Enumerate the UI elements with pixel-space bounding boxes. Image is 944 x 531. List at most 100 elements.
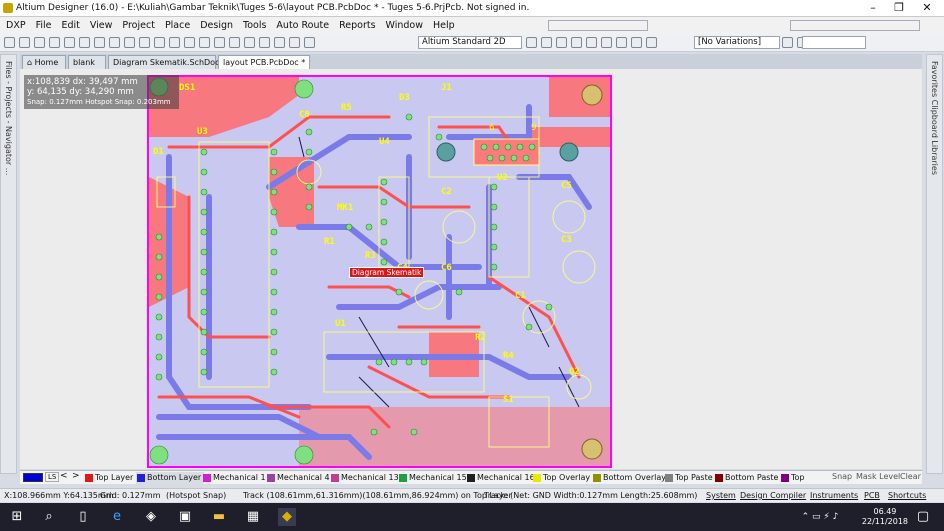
copy-icon[interactable] — [154, 37, 165, 48]
status-link-system[interactable]: System — [706, 491, 736, 500]
menu-place[interactable]: Place — [165, 17, 190, 34]
nav-buttons[interactable] — [548, 20, 648, 31]
menu-project[interactable]: Project — [122, 17, 155, 34]
file-explorer-icon[interactable]: ▬ — [210, 508, 228, 526]
designator-c6[interactable]: C6 — [441, 263, 452, 273]
snap-button[interactable]: Snap — [832, 472, 852, 481]
app-icon-1[interactable]: ◈ — [142, 508, 160, 526]
layer-combo[interactable] — [802, 36, 866, 49]
quick-toolbar[interactable] — [790, 20, 920, 31]
designator-u2[interactable]: U2 — [497, 173, 508, 183]
arc-icon[interactable] — [541, 37, 552, 48]
layer-tab-bottom[interactable]: Bottom Layer — [136, 472, 205, 484]
designator-c3[interactable]: C3 — [561, 235, 572, 245]
designator-q2[interactable]: Q2 — [569, 367, 580, 377]
calculator-icon[interactable]: ▦ — [244, 508, 262, 526]
array-icon[interactable] — [646, 37, 657, 48]
designator-r4[interactable]: R4 — [503, 351, 514, 361]
component-icon[interactable] — [94, 37, 105, 48]
pad-icon[interactable] — [556, 37, 567, 48]
layer-tab-mechanical-4[interactable]: Mechanical 4 — [266, 472, 330, 484]
fill-icon[interactable] — [586, 37, 597, 48]
undo-icon[interactable] — [259, 37, 270, 48]
menu-reports[interactable]: Reports — [339, 17, 375, 34]
designator-u4[interactable]: U4 — [379, 137, 390, 147]
layer-tab-top-paste[interactable]: Top Paste — [664, 472, 713, 484]
status-link-instruments[interactable]: Instruments — [810, 491, 858, 500]
layer-tab-mechanical-16[interactable]: Mechanical 16 — [466, 472, 535, 484]
search-icon[interactable]: ⌕ — [40, 508, 58, 526]
designator-ds1[interactable]: DS1 — [179, 83, 195, 93]
designator-u3[interactable]: U3 — [197, 127, 208, 137]
tab-blank[interactable]: blank — [68, 55, 106, 69]
menu-tools[interactable]: Tools — [243, 17, 266, 34]
view-config-combo[interactable]: Altium Standard 2D — [418, 36, 522, 49]
redo-icon[interactable] — [274, 37, 285, 48]
layer-tab-bottom-paste[interactable]: Bottom Paste — [714, 472, 778, 484]
designator-r1[interactable]: R1 — [324, 237, 335, 247]
right-panel[interactable]: Favorites Clipboard Libraries — [926, 54, 943, 474]
designator-c5[interactable]: C5 — [561, 181, 572, 191]
menu-file[interactable]: File — [36, 17, 52, 34]
designator-c2[interactable]: C2 — [441, 187, 452, 197]
layer-tab-top[interactable]: Top Layer — [84, 472, 133, 484]
clear-button[interactable]: Clear — [900, 472, 921, 481]
interactive-route-icon[interactable] — [289, 37, 300, 48]
layer-tab-mechanical-15[interactable]: Mechanical 15 — [398, 472, 467, 484]
close-button[interactable]: ✕ — [912, 0, 942, 17]
menu-auto-route[interactable]: Auto Route — [276, 17, 329, 34]
new-icon[interactable] — [4, 37, 15, 48]
highlight-icon[interactable] — [304, 37, 315, 48]
edge-icon[interactable]: e — [108, 508, 126, 526]
designator-s1[interactable]: S1 — [503, 395, 514, 405]
clear-icon[interactable] — [244, 37, 255, 48]
mask-level-button[interactable]: Mask Level — [856, 472, 900, 481]
layer-tab-mechanical-13[interactable]: Mechanical 13 — [330, 472, 399, 484]
menu-edit[interactable]: Edit — [61, 17, 79, 34]
open-icon[interactable] — [19, 37, 30, 48]
layer-scroll-left-icon[interactable]: < — [60, 471, 68, 481]
layer-tab-mechanical-1[interactable]: Mechanical 1 — [202, 472, 266, 484]
pcb-canvas[interactable]: DS1 U3 D1 C8 R5 D3 J1 U4 C2 U2 C5 MK1 C3… — [20, 69, 922, 469]
move-icon[interactable] — [214, 37, 225, 48]
status-link-pcb[interactable]: PCB — [864, 491, 880, 500]
task-view-icon[interactable]: ▯ — [74, 508, 92, 526]
designator-d1[interactable]: D1 — [153, 147, 164, 157]
polygon-icon[interactable] — [601, 37, 612, 48]
layer-tab-top-overlay[interactable]: Top Overlay — [532, 472, 590, 484]
menu-dxp[interactable]: DXP — [6, 17, 26, 34]
status-link-design-compiler[interactable]: Design Compiler — [740, 491, 806, 500]
menu-window[interactable]: Window — [386, 17, 423, 34]
select-icon[interactable] — [124, 37, 135, 48]
status-link-shortcuts[interactable]: Shortcuts — [888, 491, 926, 500]
designator-r2[interactable]: R2 — [475, 333, 486, 343]
layer-tab-bottom-overlay[interactable]: Bottom Overlay — [592, 472, 666, 484]
board-icon[interactable] — [79, 37, 90, 48]
app-icon-2[interactable]: ▣ — [176, 508, 194, 526]
text-icon[interactable] — [616, 37, 627, 48]
current-layer-color-icon[interactable] — [23, 473, 43, 482]
coordinate-icon[interactable] — [631, 37, 642, 48]
designator-c1[interactable]: C1 — [515, 291, 526, 301]
save-icon[interactable] — [34, 37, 45, 48]
left-panel[interactable]: Files - Projects - Navigator ... — [0, 54, 17, 474]
print-icon[interactable] — [49, 37, 60, 48]
system-tray-icons[interactable]: ⌃ ▭ ⚡ ♪ — [790, 508, 850, 526]
tab-pcb-layout[interactable]: layout PCB.PcbDoc * — [218, 55, 310, 69]
variations-combo[interactable]: [No Variations] — [694, 36, 780, 49]
menu-design[interactable]: Design — [200, 17, 233, 34]
pcb-board[interactable]: DS1 U3 D1 C8 R5 D3 J1 U4 C2 U2 C5 MK1 C3… — [147, 75, 612, 468]
tab-schematic[interactable]: Diagram Skematik.SchDoc — [108, 55, 219, 69]
layer-tab-top-more[interactable]: Top — [780, 472, 805, 484]
zoom-icon[interactable] — [64, 37, 75, 48]
designator-r3[interactable]: R3 — [365, 251, 376, 261]
designator-c8[interactable]: C8 — [299, 110, 310, 120]
designator-mk1[interactable]: MK1 — [337, 203, 353, 213]
tab-home[interactable]: ⌂ Home — [22, 55, 66, 69]
deselect-icon[interactable] — [229, 37, 240, 48]
designator-u1[interactable]: U1 — [335, 319, 346, 329]
designator-d3[interactable]: D3 — [399, 93, 410, 103]
select-area-icon[interactable] — [199, 37, 210, 48]
via-icon[interactable] — [571, 37, 582, 48]
layer-scroll-right-icon[interactable]: > — [72, 471, 80, 481]
